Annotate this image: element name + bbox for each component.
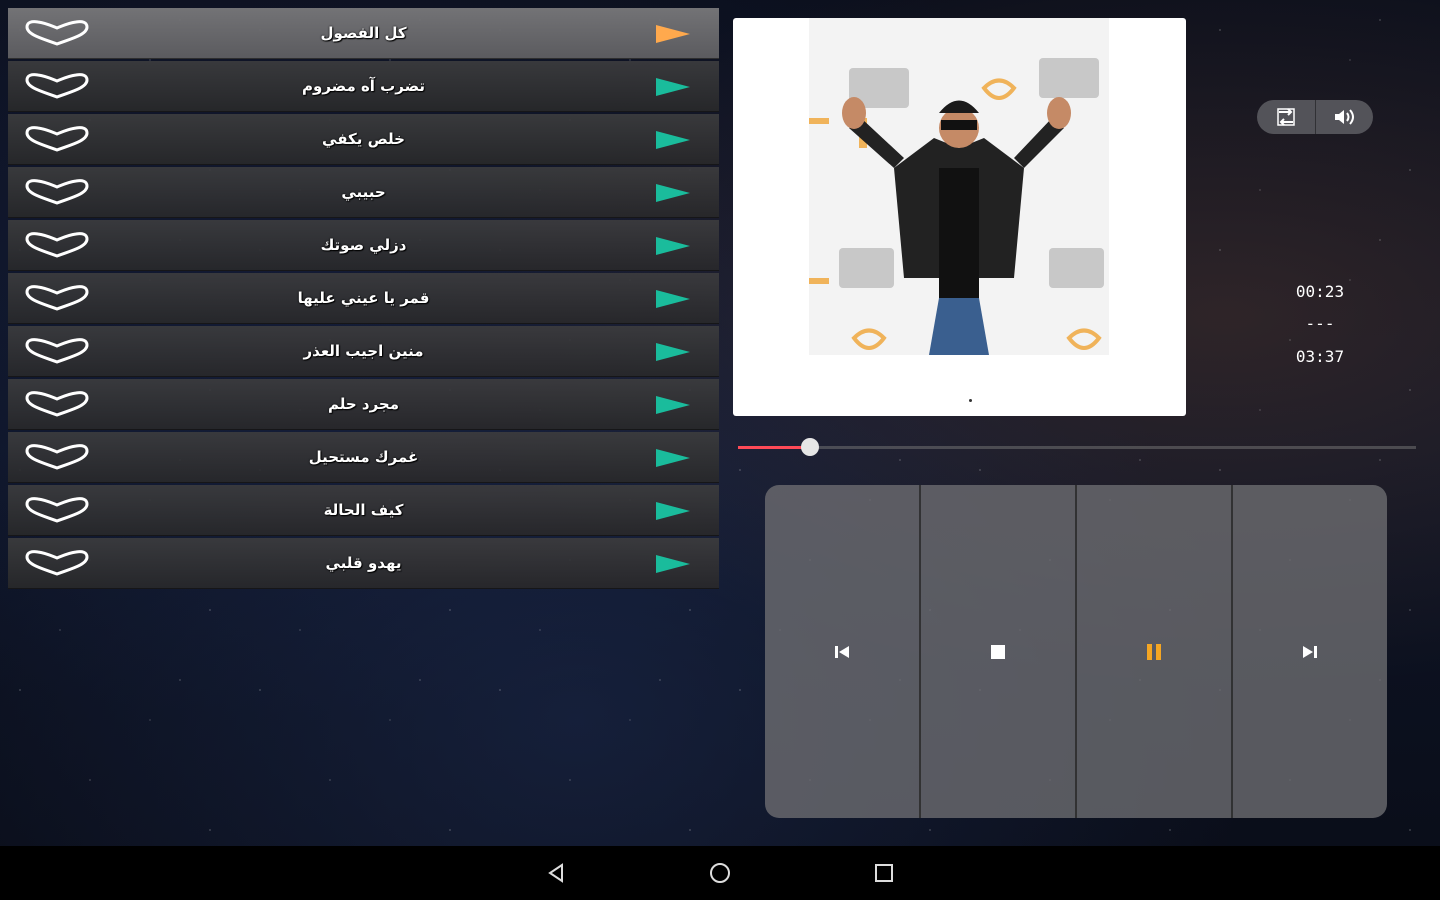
play-flag-icon bbox=[656, 237, 690, 255]
back-button[interactable] bbox=[534, 851, 578, 895]
play-flag-icon bbox=[656, 290, 690, 308]
stop-button[interactable] bbox=[919, 485, 1075, 818]
song-row[interactable]: منين اجيب العذر bbox=[8, 326, 719, 377]
favorite-button[interactable] bbox=[22, 440, 92, 474]
song-title: خلص يكفي bbox=[322, 130, 405, 148]
song-row[interactable]: كيف الحالة bbox=[8, 485, 719, 536]
play-flag-icon bbox=[656, 131, 690, 149]
favorite-button[interactable] bbox=[22, 69, 92, 103]
playback-toggle-group bbox=[1257, 100, 1373, 134]
page-indicator-dot bbox=[969, 399, 972, 402]
song-list: كل الفصول تضرب آه مضروم خلص يكفي حبيبي دزلي … bbox=[8, 8, 719, 589]
app-screen: كل الفصول تضرب آه مضروم خلص يكفي حبيبي دزلي … bbox=[0, 0, 1440, 900]
volume-icon bbox=[1335, 109, 1355, 125]
play-button[interactable] bbox=[655, 77, 691, 97]
song-row[interactable]: قمر يا عيني عليها bbox=[8, 273, 719, 324]
time-separator: --- bbox=[1305, 314, 1335, 333]
home-button[interactable] bbox=[698, 851, 742, 895]
pause-button[interactable] bbox=[1075, 485, 1231, 818]
song-row[interactable]: دزلي صوتك bbox=[8, 220, 719, 271]
play-flag-icon bbox=[656, 25, 690, 43]
play-button[interactable] bbox=[655, 342, 691, 362]
play-flag-icon bbox=[656, 449, 690, 467]
skip-next-icon bbox=[1303, 645, 1317, 658]
favorite-button[interactable] bbox=[22, 16, 92, 50]
total-duration: 03:37 bbox=[1295, 347, 1345, 366]
transport-controls bbox=[765, 485, 1387, 818]
heart-outline-icon bbox=[25, 550, 89, 576]
home-circle-icon bbox=[710, 863, 730, 883]
play-button[interactable] bbox=[655, 501, 691, 521]
song-title: مجرد حلم bbox=[327, 395, 400, 413]
favorite-button[interactable] bbox=[22, 228, 92, 262]
play-button[interactable] bbox=[655, 395, 691, 415]
song-row[interactable]: خلص يكفي bbox=[8, 114, 719, 165]
song-row[interactable]: كل الفصول bbox=[8, 8, 719, 59]
heart-outline-icon bbox=[25, 444, 89, 470]
favorite-button[interactable] bbox=[22, 546, 92, 580]
heart-outline-icon bbox=[25, 20, 89, 46]
song-title: يهدو قلبي bbox=[325, 554, 402, 572]
repeat-icon bbox=[1277, 108, 1295, 126]
heart-outline-icon bbox=[25, 285, 89, 311]
elapsed-time: 00:23 bbox=[1295, 282, 1345, 301]
song-title: تضرب آه مضروم bbox=[302, 77, 425, 95]
play-flag-icon bbox=[656, 555, 690, 573]
favorite-button[interactable] bbox=[22, 281, 92, 315]
heart-outline-icon bbox=[25, 391, 89, 417]
favorite-button[interactable] bbox=[22, 493, 92, 527]
seek-bar[interactable] bbox=[738, 438, 1416, 456]
recents-square-icon bbox=[875, 864, 893, 882]
play-button[interactable] bbox=[655, 236, 691, 256]
seek-bar-thumb[interactable] bbox=[800, 438, 819, 456]
heart-outline-icon bbox=[25, 126, 89, 152]
system-navigation-bar bbox=[0, 846, 1440, 900]
song-row[interactable]: مجرد حلم bbox=[8, 379, 719, 430]
heart-outline-icon bbox=[25, 232, 89, 258]
album-art-card[interactable] bbox=[733, 18, 1186, 416]
song-title: كيف الحالة bbox=[323, 501, 404, 519]
play-flag-icon bbox=[656, 78, 690, 96]
song-title: قمر يا عيني عليها bbox=[297, 289, 430, 307]
play-button[interactable] bbox=[655, 24, 691, 44]
skip-previous-icon bbox=[835, 645, 849, 658]
song-title: منين اجيب العذر bbox=[303, 342, 424, 360]
play-flag-icon bbox=[656, 343, 690, 361]
play-button[interactable] bbox=[655, 289, 691, 309]
song-row[interactable]: حبيبي bbox=[8, 167, 719, 218]
song-title: كل الفصول bbox=[320, 24, 407, 42]
heart-outline-icon bbox=[25, 338, 89, 364]
stop-icon bbox=[991, 644, 1005, 659]
seek-bar-progress bbox=[738, 446, 810, 449]
play-button[interactable] bbox=[655, 448, 691, 468]
album-photo bbox=[809, 18, 1109, 355]
play-flag-icon bbox=[656, 396, 690, 414]
repeat-button[interactable] bbox=[1257, 100, 1315, 134]
song-title: حبيبي bbox=[341, 183, 386, 201]
play-button[interactable] bbox=[655, 130, 691, 150]
heart-outline-icon bbox=[25, 179, 89, 205]
song-row[interactable]: يهدو قلبي bbox=[8, 538, 719, 589]
favorite-button[interactable] bbox=[22, 387, 92, 421]
song-title: دزلي صوتك bbox=[320, 236, 407, 254]
heart-outline-icon bbox=[25, 73, 89, 99]
favorite-button[interactable] bbox=[22, 122, 92, 156]
volume-button[interactable] bbox=[1314, 100, 1374, 134]
play-flag-icon bbox=[656, 184, 690, 202]
play-button[interactable] bbox=[655, 554, 691, 574]
back-triangle-icon bbox=[548, 863, 563, 883]
song-title: غمرك مستحيل bbox=[308, 448, 419, 466]
play-button[interactable] bbox=[655, 183, 691, 203]
play-flag-icon bbox=[656, 502, 690, 520]
recents-button[interactable] bbox=[862, 851, 906, 895]
next-button[interactable] bbox=[1231, 485, 1387, 818]
pause-icon bbox=[1147, 643, 1161, 660]
favorite-button[interactable] bbox=[22, 175, 92, 209]
song-row[interactable]: غمرك مستحيل bbox=[8, 432, 719, 483]
favorite-button[interactable] bbox=[22, 334, 92, 368]
heart-outline-icon bbox=[25, 497, 89, 523]
previous-button[interactable] bbox=[765, 485, 919, 818]
song-row[interactable]: تضرب آه مضروم bbox=[8, 61, 719, 112]
